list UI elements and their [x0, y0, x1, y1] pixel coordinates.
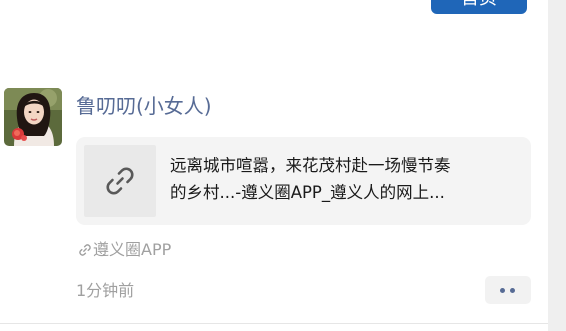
- link-title-line-2: 的乡村...-遵义圈APP_遵义人的网上...: [170, 183, 445, 202]
- link-thumbnail: [84, 145, 156, 217]
- scrollbar-track[interactable]: [548, 0, 566, 331]
- post-timestamp: 1分钟前: [76, 281, 135, 300]
- link-title-line-1: 远离城市喧嚣，来花茂村赴一场慢节奏: [170, 156, 451, 175]
- link-small-icon: [79, 244, 91, 256]
- link-title: 远离城市喧嚣，来花茂村赴一场慢节奏 的乡村...-遵义圈APP_遵义人的网上..…: [170, 152, 515, 206]
- link-icon: [106, 167, 134, 195]
- top-action-button-label: 首页: [461, 0, 497, 9]
- post-username[interactable]: 鲁叨叨(小女人): [76, 92, 212, 120]
- more-options-button[interactable]: [485, 276, 531, 304]
- top-action-button[interactable]: 首页: [431, 0, 527, 14]
- avatar[interactable]: [4, 88, 62, 146]
- avatar-photo: [4, 88, 62, 146]
- link-card[interactable]: 远离城市喧嚣，来花茂村赴一场慢节奏 的乡村...-遵义圈APP_遵义人的网上..…: [76, 137, 531, 225]
- source-link[interactable]: 遵义圈APP: [78, 239, 171, 261]
- source-label: 遵义圈APP: [93, 240, 172, 259]
- moments-feed: 首页 鲁叨叨(小女人): [0, 0, 548, 331]
- divider: [0, 323, 548, 324]
